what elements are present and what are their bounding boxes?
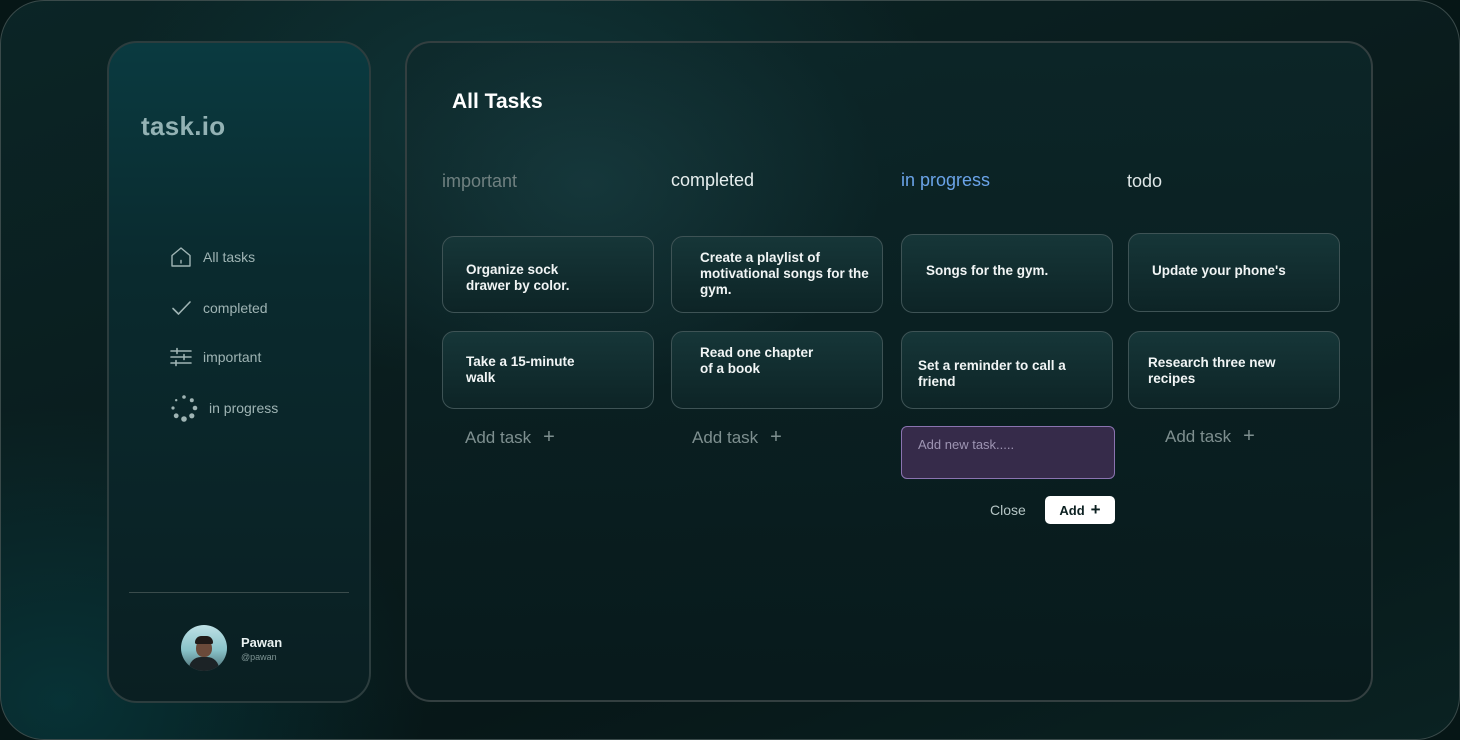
sidebar-item-all-tasks[interactable]: All tasks xyxy=(169,245,255,269)
task-card[interactable]: Organize sock drawer by color. xyxy=(442,236,654,313)
task-text: Create a playlist of motivational songs … xyxy=(700,250,869,297)
task-text: Research three new recipes xyxy=(1148,355,1276,386)
plus-icon: + xyxy=(1243,425,1255,447)
app-window: task.io All tasks completed important in… xyxy=(0,0,1460,740)
task-text: Organize sock drawer by color. xyxy=(466,262,570,293)
add-task-label: Add task xyxy=(465,427,532,447)
add-task-label: Add task xyxy=(692,427,759,447)
check-icon xyxy=(169,296,193,320)
sliders-icon xyxy=(169,345,193,369)
task-card[interactable]: Create a playlist of motivational songs … xyxy=(671,236,883,313)
plus-icon: + xyxy=(543,426,555,448)
task-text: Update your phone's xyxy=(1152,263,1286,278)
sidebar-item-label: in progress xyxy=(209,400,279,416)
column-title-completed: completed xyxy=(671,170,755,190)
task-text: Set a reminder to call a friend xyxy=(918,358,1066,389)
task-card[interactable]: Update your phone's xyxy=(1128,233,1340,312)
task-card[interactable]: Research three new recipes xyxy=(1128,331,1340,409)
column-title-todo: todo xyxy=(1127,171,1163,191)
main-panel: All Tasks important completed in progres… xyxy=(405,41,1373,702)
task-text: Read one chapter of a book xyxy=(700,345,814,376)
task-card[interactable]: Set a reminder to call a friend xyxy=(901,331,1113,409)
task-text: Take a 15-minute walk xyxy=(466,354,575,385)
sidebar-item-label: important xyxy=(203,349,262,365)
sidebar-item-important[interactable]: important xyxy=(169,345,261,369)
task-card[interactable]: Read one chapter of a book xyxy=(671,331,883,409)
spinner-icon xyxy=(169,393,199,423)
task-card[interactable]: Songs for the gym. xyxy=(901,234,1113,313)
add-task-button-completed[interactable]: Add task + xyxy=(692,426,782,449)
user-profile[interactable]: Pawan @pawan xyxy=(181,625,282,671)
new-task-input[interactable] xyxy=(901,426,1115,479)
app-logo: task.io xyxy=(141,111,226,141)
task-text: Songs for the gym. xyxy=(926,263,1049,278)
sidebar-item-in-progress[interactable]: in progress xyxy=(169,393,278,423)
plus-icon: + xyxy=(1090,500,1101,519)
user-name: Pawan xyxy=(241,634,283,650)
sidebar-item-completed[interactable]: completed xyxy=(169,296,268,320)
sidebar-divider xyxy=(129,592,349,593)
plus-icon: + xyxy=(770,426,782,448)
add-task-button-todo[interactable]: Add task + xyxy=(1165,425,1255,448)
sidebar: task.io All tasks completed important in… xyxy=(107,41,371,703)
sidebar-item-label: All tasks xyxy=(203,249,256,265)
add-button-label: Add xyxy=(1059,502,1085,518)
page-title: All Tasks xyxy=(452,90,543,113)
avatar xyxy=(181,625,227,671)
column-title-in-progress: in progress xyxy=(901,170,991,190)
add-task-button-important[interactable]: Add task + xyxy=(465,426,555,449)
home-icon xyxy=(169,245,193,269)
column-title-important: important xyxy=(442,171,518,191)
task-card[interactable]: Take a 15-minute walk xyxy=(442,331,654,409)
user-handle: @pawan xyxy=(241,651,277,662)
sidebar-item-label: completed xyxy=(203,300,268,316)
add-task-label: Add task xyxy=(1165,426,1232,446)
add-button[interactable]: Add + xyxy=(1045,496,1115,524)
close-button[interactable]: Close xyxy=(990,502,1026,518)
